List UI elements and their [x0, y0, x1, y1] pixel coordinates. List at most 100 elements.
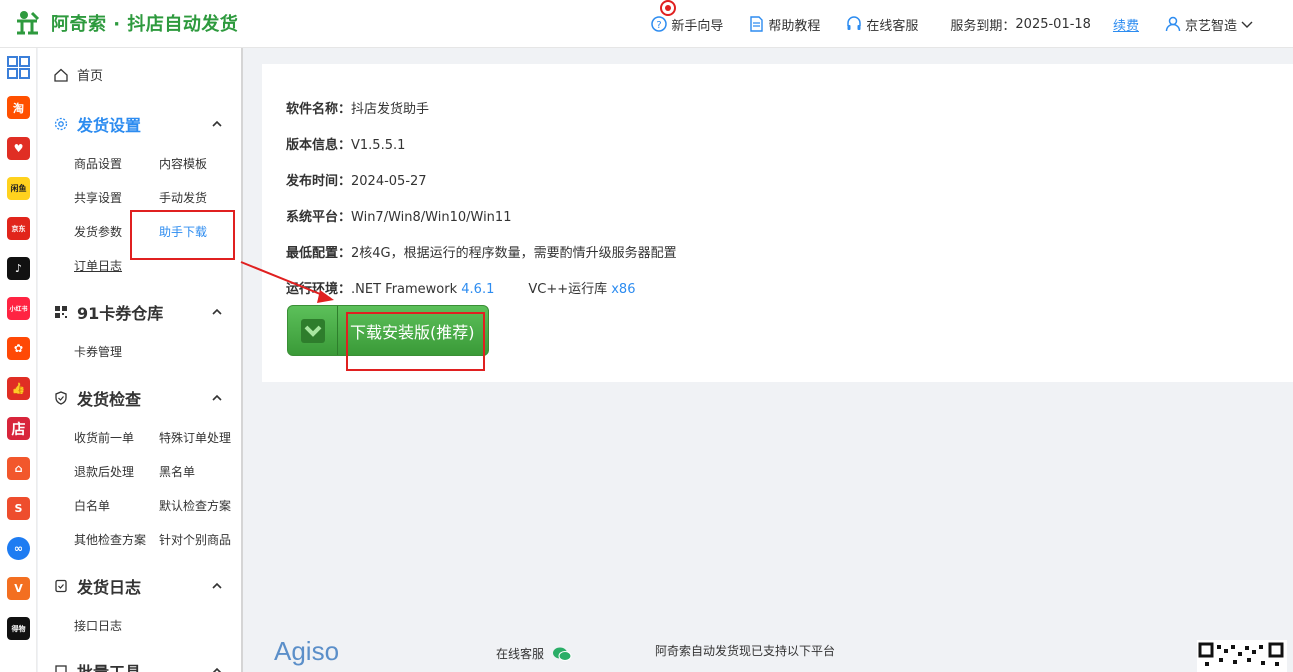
info-row-name: 软件名称：抖店发货助手: [286, 98, 429, 117]
info-key: 发布时间：: [286, 174, 352, 189]
sidebar-item-specific-product[interactable]: 针对个别商品: [159, 531, 231, 548]
chevron-up-icon: [212, 667, 222, 672]
sidebar-item-home[interactable]: 首页: [54, 65, 103, 84]
sidebar-item-ship-params[interactable]: 发货参数: [74, 223, 122, 240]
info-value: 2024-05-27: [351, 174, 427, 189]
info-value: .NET Framework: [351, 282, 462, 297]
info-value: V1.5.5.1: [351, 138, 406, 153]
download-icon-box: [288, 306, 338, 355]
footer-cs-link[interactable]: 在线客服: [496, 645, 572, 662]
link-icon[interactable]: ∞: [7, 537, 30, 560]
sidebar-item-share-settings[interactable]: 共享设置: [74, 189, 122, 206]
qianniu-icon[interactable]: [7, 56, 30, 79]
renew-link[interactable]: 续费: [1113, 15, 1139, 34]
download-button[interactable]: 下载安装版(推荐): [287, 305, 489, 356]
brand[interactable]: 阿奇索 · 抖店自动发货: [14, 9, 238, 37]
user-menu[interactable]: 京艺智造: [1165, 15, 1257, 34]
top-bar: 阿奇索 · 抖店自动发货 ? 新手向导 帮助教程 在线客服 服务到期： 2025…: [0, 0, 1293, 48]
sidebar-item-order-log[interactable]: 订单日志: [74, 257, 122, 274]
svg-text:?: ?: [657, 20, 662, 31]
info-value: VC++运行库: [528, 282, 612, 297]
youzan-icon[interactable]: 闲鱼: [7, 177, 30, 200]
gear-icon: [54, 117, 68, 131]
vc-runtime-link[interactable]: x86: [611, 282, 635, 297]
taobao-icon[interactable]: 淘: [7, 96, 30, 119]
weidian-icon[interactable]: ⌂: [7, 457, 30, 480]
info-row-date: 发布时间：2024-05-27: [286, 170, 427, 189]
section-batch-tools[interactable]: 批量工具: [54, 658, 234, 672]
platform-iconbar: 淘 ♥ 闲鱼 京东 ♪ 小红书 ✿ 👍 店 ⌂ S ∞ V 得物: [0, 48, 37, 672]
pinduoduo-icon[interactable]: ♥: [7, 137, 30, 160]
sidebar-item-whitelist[interactable]: 白名单: [74, 497, 110, 514]
service-link[interactable]: 在线客服: [846, 15, 918, 34]
chevron-down-icon: [300, 318, 325, 343]
annotation-arrow-icon: [240, 261, 334, 303]
sidebar-item-before-receipt[interactable]: 收货前一单: [74, 429, 134, 446]
document-icon: [750, 16, 764, 32]
chevron-down-icon: [1241, 21, 1253, 28]
sidebar-item-other-check[interactable]: 其他检查方案: [74, 531, 146, 548]
footer: Agiso 在线客服 阿奇索自动发货现已支持以下平台: [245, 628, 1293, 672]
chevron-up-icon: [212, 120, 222, 127]
section-title: 批量工具: [77, 659, 141, 672]
section-fahuo-settings[interactable]: 发货设置: [54, 111, 234, 137]
guide-link[interactable]: ? 新手向导: [651, 0, 724, 34]
dotnet-link[interactable]: 4.6.1: [461, 282, 494, 297]
headset-icon: [847, 16, 862, 30]
section-card-warehouse[interactable]: 91卡券仓库: [54, 299, 234, 325]
sidebar-item-default-check[interactable]: 默认检查方案: [159, 497, 231, 514]
user-name: 京艺智造: [1184, 18, 1237, 34]
section-ship-check[interactable]: 发货检查: [54, 385, 234, 411]
info-key: 版本信息：: [286, 138, 352, 153]
service-label: 在线客服: [866, 18, 919, 34]
dianshang-icon[interactable]: 店: [7, 417, 30, 440]
sidebar-item-product-settings[interactable]: 商品设置: [74, 155, 122, 172]
sidebar-home-label: 首页: [77, 69, 104, 84]
tool-icon: [55, 665, 67, 672]
kuaishou-icon[interactable]: ✿: [7, 337, 30, 360]
guide-icon: ?: [651, 16, 668, 32]
sidebar: 首页 发货设置 商品设置 内容模板 共享设置 手动发货 发货参数 助手下载 订单…: [38, 48, 243, 672]
sidebar-item-helper-download[interactable]: 助手下载: [159, 223, 207, 240]
sidebar-item-special-order[interactable]: 特殊订单处理: [159, 429, 231, 446]
software-info-card: 软件名称：抖店发货助手 版本信息：V1.5.5.1 发布时间：2024-05-2…: [262, 64, 1293, 382]
footer-logo: Agiso: [274, 636, 340, 666]
qrcode-icon: [55, 306, 67, 318]
footer-cs-label: 在线客服: [496, 647, 545, 661]
section-title: 91卡券仓库: [77, 304, 164, 323]
brand-logo-icon: [17, 11, 40, 35]
info-value: Win7/Win8/Win10/Win11: [351, 210, 512, 225]
log-icon: [55, 579, 67, 593]
expiry-label: 服务到期：: [950, 18, 1016, 34]
douyin-icon[interactable]: ♪: [7, 257, 30, 280]
wechat-icon: [553, 647, 572, 661]
info-value: 2核4G，根据运行的程序数量，需要酌情升级服务器配置: [351, 246, 677, 261]
notification-dot-icon: [660, 0, 677, 16]
top-nav: ? 新手向导 帮助教程 在线客服 服务到期： 2025-01-18 续费 京艺智…: [625, 0, 1257, 48]
brand-title: 阿奇索 · 抖店自动发货: [51, 14, 239, 35]
info-row-version: 版本信息：V1.5.5.1: [286, 134, 405, 153]
thumb-icon[interactable]: 👍: [7, 377, 30, 400]
dewu-icon[interactable]: 得物: [7, 617, 30, 640]
xiaohongshu-icon[interactable]: 小红书: [7, 297, 30, 320]
sidebar-item-content-template[interactable]: 内容模板: [159, 155, 207, 172]
help-link[interactable]: 帮助教程: [749, 15, 820, 34]
guide-label: 新手向导: [671, 18, 724, 34]
sidebar-item-blacklist[interactable]: 黑名单: [159, 463, 195, 480]
qrcode-icon: [1197, 640, 1287, 672]
help-label: 帮助教程: [768, 18, 821, 34]
sidebar-item-manual-ship[interactable]: 手动发货: [159, 189, 207, 206]
section-title: 发货设置: [77, 116, 142, 135]
chevron-up-icon: [212, 582, 222, 589]
sidebar-item-api-log[interactable]: 接口日志: [74, 617, 122, 634]
sidebar-item-card-manage[interactable]: 卡券管理: [74, 343, 122, 360]
jd-icon[interactable]: 京东: [7, 217, 30, 240]
info-key: 系统平台：: [286, 210, 352, 225]
sidebar-item-after-refund[interactable]: 退款后处理: [74, 463, 134, 480]
shopee-icon[interactable]: S: [7, 497, 30, 520]
chevron-up-icon: [212, 394, 222, 401]
info-value: 抖店发货助手: [351, 102, 430, 117]
vip-icon[interactable]: V: [7, 577, 30, 600]
section-ship-log[interactable]: 发货日志: [54, 573, 234, 599]
section-title: 发货检查: [77, 390, 142, 409]
